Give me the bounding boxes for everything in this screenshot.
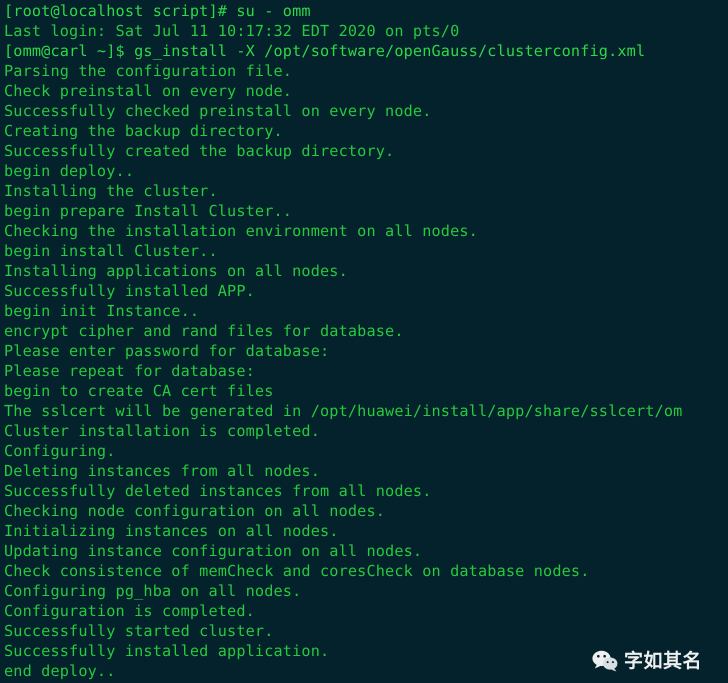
terminal-line: begin init Instance.. <box>4 302 200 320</box>
terminal-line: The sslcert will be generated in /opt/hu… <box>4 402 683 420</box>
terminal-line: Configuring pg_hba on all nodes. <box>4 582 302 600</box>
terminal-line: begin deploy.. <box>4 162 135 180</box>
terminal-line: Successfully started cluster. <box>4 622 274 640</box>
terminal-line: [omm@carl ~]$ gs_install -X /opt/softwar… <box>4 42 646 60</box>
terminal-line: Installing applications on all nodes. <box>4 262 348 280</box>
terminal-line: [root@localhost script]# su - omm <box>4 2 311 20</box>
terminal-line: Please repeat for database: <box>4 362 255 380</box>
terminal-line: begin prepare Install Cluster.. <box>4 202 293 220</box>
terminal-line: Successfully installed APP. <box>4 282 255 300</box>
terminal-line: Check consistence of memCheck and coresC… <box>4 562 590 580</box>
terminal-line: Cluster installation is completed. <box>4 422 320 440</box>
terminal-line: Creating the backup directory. <box>4 122 283 140</box>
terminal-line: Configuring. <box>4 442 116 460</box>
terminal-line: Successfully created the backup director… <box>4 142 395 160</box>
terminal-line: Deleting instances from all nodes. <box>4 462 320 480</box>
terminal-line: Parsing the configuration file. <box>4 62 293 80</box>
watermark-label: 字如其名 <box>624 650 703 672</box>
watermark: 字如其名 <box>592 647 718 675</box>
terminal-line: Check preinstall on every node. <box>4 82 293 100</box>
terminal-line: Updating instance configuration on all n… <box>4 542 423 560</box>
terminal-line: Checking the installation environment on… <box>4 222 478 240</box>
terminal-line: Installing the cluster. <box>4 182 218 200</box>
terminal-line: begin install Cluster.. <box>4 242 218 260</box>
terminal-window[interactable]: [root@localhost script]# su - omm Last lo… <box>0 0 728 683</box>
wechat-icon <box>592 650 618 672</box>
terminal-line: Successfully checked preinstall on every… <box>4 102 432 120</box>
terminal-line: Configuration is completed. <box>4 602 255 620</box>
terminal-line: encrypt cipher and rand files for databa… <box>4 322 404 340</box>
terminal-output: [root@localhost script]# su - omm Last lo… <box>4 1 728 681</box>
terminal-line: begin to create CA cert files <box>4 382 274 400</box>
terminal-line: Initializing instances on all nodes. <box>4 522 339 540</box>
terminal-line: Checking node configuration on all nodes… <box>4 502 386 520</box>
terminal-line: Please enter password for database: <box>4 342 330 360</box>
terminal-line: Successfully deleted instances from all … <box>4 482 432 500</box>
terminal-line: Last login: Sat Jul 11 10:17:32 EDT 2020… <box>4 22 460 40</box>
